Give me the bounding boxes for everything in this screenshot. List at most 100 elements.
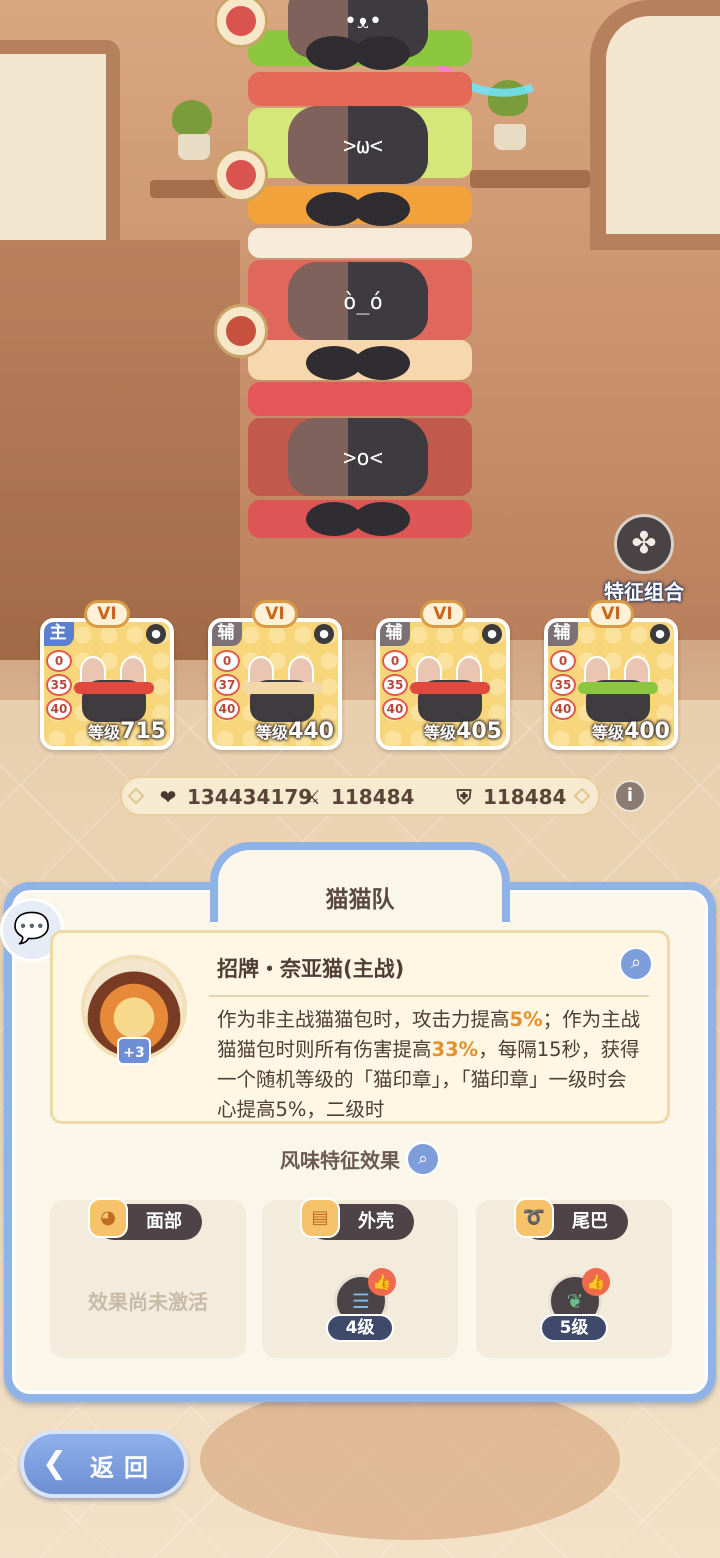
cat-paws: [306, 502, 410, 536]
member-stats: 0 37 40: [214, 650, 244, 722]
stat-bubble: 0: [46, 650, 72, 672]
rank-badge: VI: [84, 600, 130, 628]
stat-bubble: 40: [46, 698, 72, 720]
desc-highlight: 33%: [431, 1038, 479, 1061]
lock-icon[interactable]: ●: [314, 624, 334, 644]
skill-card: +3 招牌・奈亚猫(主战) ⌕ 作为非主战猫猫包时，攻击力提高5%；作为主战猫猫…: [50, 930, 670, 1124]
lock-icon[interactable]: ●: [482, 624, 502, 644]
trait-face-card[interactable]: ◕ 面部 效果尚未激活: [50, 1198, 246, 1358]
kitchen-counter: [0, 240, 240, 660]
skill-zoom-button[interactable]: ⌕: [619, 947, 653, 981]
stat-bubble: 40: [550, 698, 576, 720]
trait-tag: ◕ 面部: [88, 1198, 202, 1240]
attack-value: 118484: [330, 785, 415, 809]
stat-bubble: 35: [550, 674, 576, 696]
back-label: 返回: [90, 1454, 158, 1482]
tomato-layer: [248, 72, 472, 106]
member-stats: 0 35 40: [46, 650, 76, 722]
role-tag: 辅: [212, 622, 242, 646]
role-tag: 主: [44, 622, 74, 646]
cat-face: >ω<: [288, 106, 428, 184]
desc-highlight: 5%: [509, 1008, 543, 1031]
pot-icon: [494, 124, 526, 150]
stat-bubble: 0: [382, 650, 408, 672]
level-label: 等级: [592, 723, 625, 742]
level-value: 400: [624, 719, 670, 744]
level-value: 405: [456, 719, 502, 744]
desc-text: 作为非主战猫猫包时，攻击力提高: [217, 1008, 510, 1031]
shield-icon: ⛨: [456, 785, 472, 809]
defense-stat: ⛨ 118484: [452, 784, 567, 810]
trait-shell-card[interactable]: ▤ 外壳 ☰ 👍 4级: [262, 1198, 458, 1358]
level-label: 等级: [424, 723, 457, 742]
sausage-skewer-icon: [214, 148, 268, 202]
team-member-card[interactable]: 辅 ● 0 37 40 等级440: [208, 618, 342, 750]
right-shelf: [470, 170, 590, 188]
member-level: 等级440: [256, 719, 334, 744]
level-label: 等级: [88, 723, 121, 742]
trait-inactive-text: 效果尚未激活: [88, 1290, 208, 1314]
level-value: 440: [288, 719, 334, 744]
flavor-zoom-button[interactable]: ⌕: [406, 1142, 440, 1176]
hp-value: 134434179: [186, 785, 313, 809]
thumbs-up-icon: 👍: [582, 1268, 610, 1296]
trait-tag-label: 尾巴: [572, 1211, 608, 1232]
pot-icon: [178, 134, 210, 160]
skill-description[interactable]: 作为非主战猫猫包时，攻击力提高5%；作为主战猫猫包时则所有伤害提高33%，每隔1…: [217, 1005, 645, 1121]
member-level: 等级400: [592, 719, 670, 744]
upgrade-badge: +3: [117, 1037, 151, 1065]
role-tag: 辅: [548, 622, 578, 646]
trait-tail-card[interactable]: ➰ 尾巴 ❦ 👍 5级: [476, 1198, 672, 1358]
steak-skewer-icon: [214, 304, 268, 358]
tail-icon: ➰: [514, 1198, 554, 1238]
stat-bubble: 40: [382, 698, 408, 720]
cat-burger-tower[interactable]: •ᴥ• >ω< ò_ó >o<: [214, 0, 535, 545]
clover-icon: ✤: [614, 514, 674, 574]
panel-title: 猫猫队: [325, 887, 395, 913]
role-tag: 辅: [380, 622, 410, 646]
trait-tag-label: 外壳: [358, 1211, 394, 1232]
level-label: 等级: [256, 723, 289, 742]
cat-burger-portrait: [242, 656, 322, 722]
back-arrow-icon: ❮: [42, 1446, 68, 1481]
magnifier-icon: ⌕: [630, 952, 642, 973]
member-level: 等级405: [424, 719, 502, 744]
left-window: [0, 40, 120, 270]
ornament-icon: [127, 787, 145, 805]
team-cards: VI 主 ● 0 35 40 等级715 VI 辅 ● 0 37 40 等级440 VI 辅 ● 0 35 40 等级4…: [40, 600, 690, 750]
flavor-traits-header: 风味特征效果 ⌕: [0, 1142, 720, 1176]
trait-combo-button[interactable]: ✤ 特征组合: [598, 514, 690, 605]
cat-paws: [306, 192, 410, 226]
cat-paws: [306, 36, 410, 70]
lock-icon[interactable]: ●: [146, 624, 166, 644]
attack-stat: ⚔ 118484: [300, 784, 414, 810]
team-member-card[interactable]: 辅 ● 0 35 40 等级400: [544, 618, 678, 750]
info-icon: i: [626, 785, 634, 806]
sausage-layer: [248, 382, 472, 416]
floor-rug: [200, 1380, 620, 1540]
hp-stat: ❤ 134434179: [156, 784, 313, 810]
team-stats-bar: ❤ 134434179 ⚔ 118484 ⛨ 118484: [120, 776, 600, 816]
chat-bubble-icon: 💬: [13, 911, 51, 946]
back-button[interactable]: ❮ 返回: [20, 1430, 188, 1498]
member-stats: 0 35 40: [550, 650, 580, 722]
defense-value: 118484: [482, 785, 567, 809]
divider: [209, 995, 649, 997]
trait-tag: ▤ 外壳: [300, 1198, 414, 1240]
cat-burger-portrait: [74, 656, 154, 722]
cat-face-icon: ◕: [88, 1198, 128, 1238]
rank-badge: VI: [588, 600, 634, 628]
team-member-card[interactable]: 辅 ● 0 35 40 等级405: [376, 618, 510, 750]
trait-level: 4级: [326, 1314, 394, 1342]
stat-bubble: 0: [214, 650, 240, 672]
lock-icon[interactable]: ●: [650, 624, 670, 644]
info-button[interactable]: i: [614, 780, 646, 812]
trait-level: 5级: [540, 1314, 608, 1342]
flavor-traits-title: 风味特征效果: [280, 1148, 400, 1173]
team-member-card[interactable]: 主 ● 0 35 40 等级715: [40, 618, 174, 750]
plant-icon: [172, 100, 212, 136]
stat-bubble: 35: [382, 674, 408, 696]
stat-bubble: 0: [550, 650, 576, 672]
rank-badge: VI: [252, 600, 298, 628]
cat-burger-portrait: [578, 656, 658, 722]
